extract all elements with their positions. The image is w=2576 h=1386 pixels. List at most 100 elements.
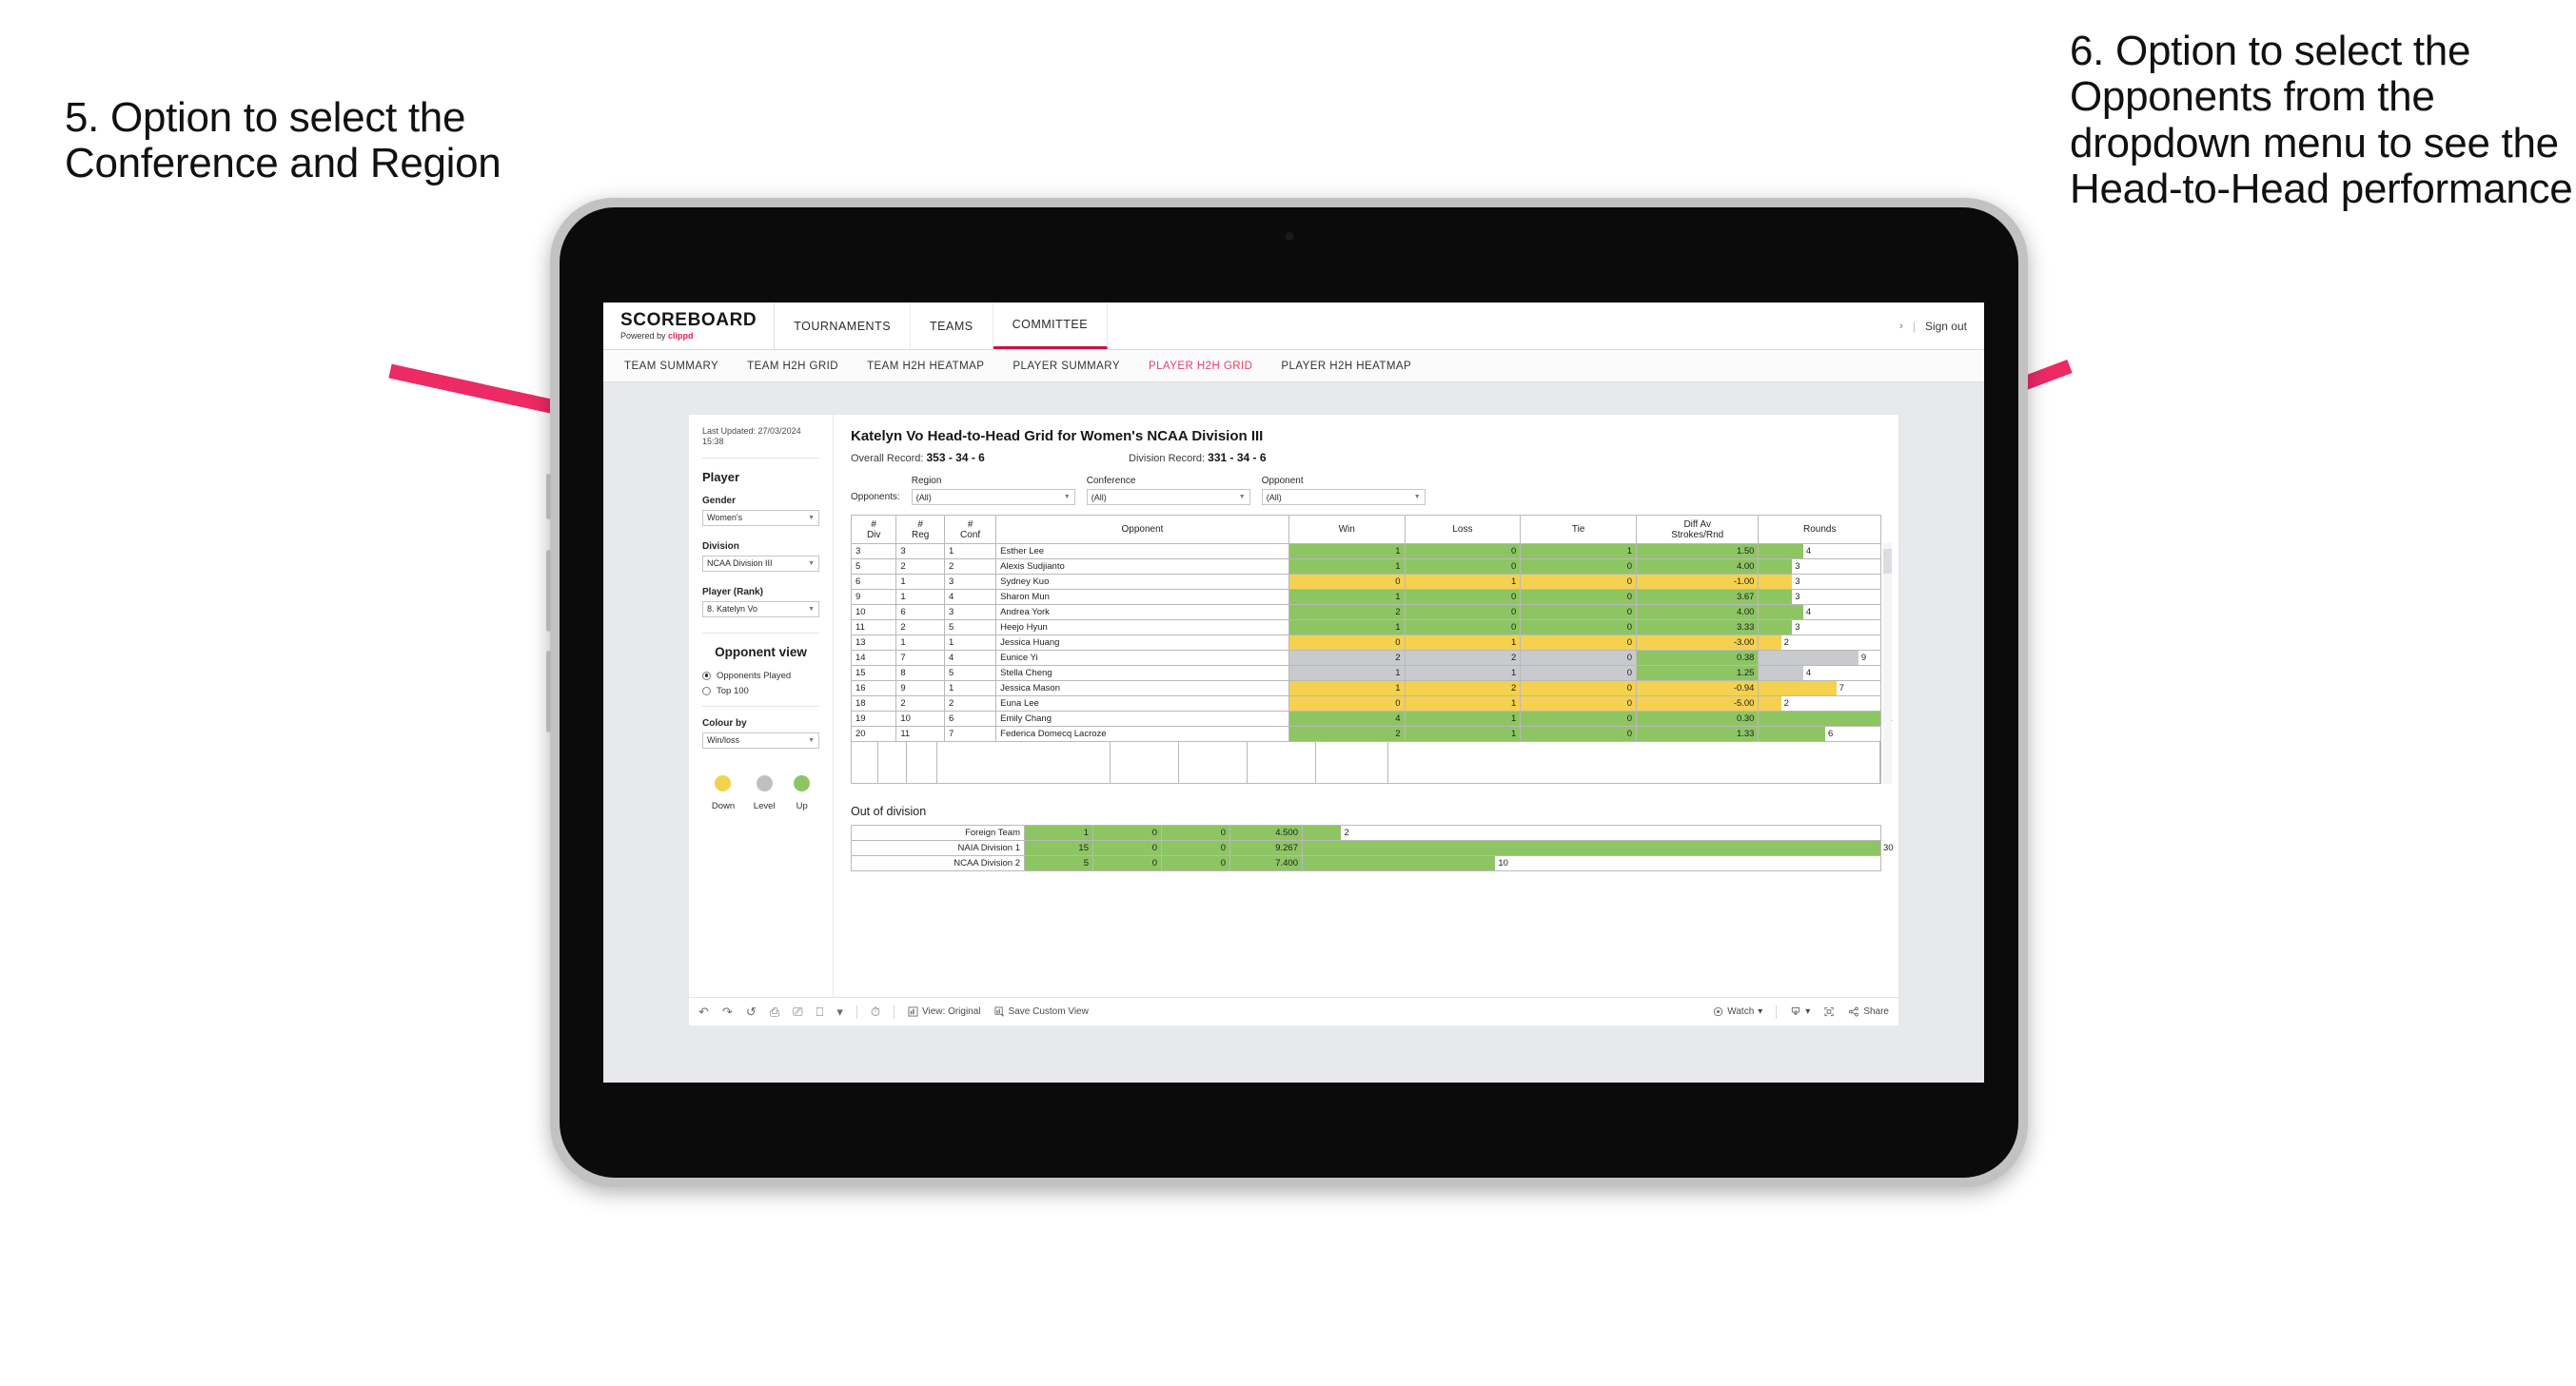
share-button[interactable]: Share: [1848, 1006, 1889, 1017]
table-row[interactable]: 3 3 1 Esther Lee 1 0 1 1.50 4: [850, 543, 1881, 559]
table-row[interactable]: 11 2 5 Heejo Hyun 1 0 0 3.33 3: [850, 619, 1881, 635]
sign-out-button[interactable]: Sign out: [1925, 320, 1967, 333]
cell-rounds: 10: [1302, 855, 1881, 871]
save-custom-view-button[interactable]: Save Custom View: [993, 1006, 1089, 1017]
cell-conf: 1: [944, 634, 997, 651]
opponent-select[interactable]: (All) ▼: [1261, 489, 1426, 505]
fullscreen-button[interactable]: [1823, 1006, 1835, 1017]
col-loss[interactable]: Loss: [1404, 515, 1522, 544]
table-row[interactable]: 6 1 3 Sydney Kuo 0 1 0 -1.00 3: [850, 574, 1881, 590]
brand-logo[interactable]: SCOREBOARD Powered by clippd: [603, 303, 776, 349]
tab-player-summary[interactable]: PLAYER SUMMARY: [1013, 361, 1120, 372]
cell-conf: 2: [944, 558, 997, 575]
last-updated-label: Last Updated: 27/03/2024 15:38: [702, 426, 801, 447]
table-row[interactable]: 9 1 4 Sharon Mun 1 0 0 3.67 3: [850, 589, 1881, 605]
table-row[interactable]: 16 9 1 Jessica Mason 1 2 0 -0.94 7: [850, 680, 1881, 696]
table-row[interactable]: 19106Emily Chang4100.3011: [850, 711, 1893, 727]
table-row[interactable]: 14 7 4 Eunice Yi 2 2 0 0.38 9: [850, 650, 1881, 666]
refresh-icon[interactable]: ⎙: [770, 1005, 779, 1018]
cell-rounds: 4: [1758, 604, 1881, 620]
table-row[interactable]: 20 11 7 Federica Domecq Lacroze 2 1 0 1.33 6: [850, 726, 1881, 742]
cell-win: 0: [1288, 634, 1406, 651]
chevron-down-icon[interactable]: ▾: [836, 1005, 843, 1018]
cell-opponent: Euna Lee: [995, 695, 1289, 712]
cell-rounds: 4: [1758, 543, 1881, 559]
watch-button[interactable]: Watch ▾: [1713, 1006, 1762, 1017]
fullscreen-icon: [1824, 1006, 1834, 1017]
radio-top-100[interactable]: Top 100: [702, 686, 819, 696]
pause-icon[interactable]: ⎚: [793, 1005, 802, 1018]
chevron-down-icon: ▾: [1805, 1006, 1811, 1017]
col-tie[interactable]: Tie: [1520, 515, 1637, 544]
col-rounds[interactable]: Rounds: [1758, 515, 1881, 544]
cell-loss: 1: [1404, 726, 1522, 742]
app-header: SCOREBOARD Powered by clippd TOURNAMENTS…: [603, 303, 1984, 350]
cell-diff: 7.400: [1229, 855, 1303, 871]
division-filter: Division NCAA Division III ▼: [702, 541, 819, 572]
col-win[interactable]: Win: [1288, 515, 1406, 544]
share-icon: [1849, 1006, 1859, 1017]
cell-loss: 0: [1404, 589, 1522, 605]
legend-dot-up: [794, 774, 811, 791]
table-row[interactable]: 5 2 2 Alexis Sudjianto 1 0 0 4.00 3: [850, 558, 1881, 575]
table-row[interactable]: NAIA Division 1 15 0 0 9.267 30: [851, 840, 1894, 856]
table-row[interactable]: NCAA Division 2 5 0 0 7.400 10: [851, 855, 1881, 871]
grid-scrollbar[interactable]: [1883, 543, 1892, 784]
gender-select[interactable]: Women's ▼: [702, 509, 819, 526]
cell-conf: 3: [944, 574, 997, 590]
cell-win: 2: [1288, 726, 1406, 742]
device-button-volume-up[interactable]: [546, 550, 551, 632]
table-row[interactable]: 10 6 3 Andrea York 2 0 0 4.00 4: [850, 604, 1881, 620]
undo-icon[interactable]: ↶: [698, 1005, 709, 1018]
division-record: Division Record: 331 - 34 - 6: [1129, 451, 1267, 464]
division-value: NCAA Division III: [707, 558, 773, 568]
cell-opponent: Heejo Hyun: [995, 619, 1289, 635]
device-button-power[interactable]: [546, 474, 551, 519]
device-button-volume-down[interactable]: [546, 651, 551, 732]
view-original-button[interactable]: View: Original: [908, 1006, 981, 1017]
cell-diff: 4.00: [1635, 604, 1760, 620]
h2h-grid-head: #Div #Reg #Conf Opponent Win Loss Tie: [850, 515, 1881, 544]
table-row[interactable]: Foreign Team 1 0 0 4.500 2: [851, 825, 1881, 841]
col-reg[interactable]: # Reg: [895, 515, 946, 544]
revert-icon[interactable]: ↺: [746, 1005, 757, 1018]
redo-icon[interactable]: ↷: [722, 1005, 733, 1018]
nav-item-teams[interactable]: TEAMS: [911, 303, 993, 349]
region-select[interactable]: (All) ▼: [911, 489, 1075, 505]
division-select[interactable]: NCAA Division III ▼: [702, 555, 819, 572]
cell-win: 5: [1024, 855, 1093, 871]
cell-loss: 2: [1404, 650, 1522, 666]
conference-select[interactable]: (All) ▼: [1086, 489, 1250, 505]
table-row[interactable]: 15 8 5 Stella Cheng 1 1 0 1.25 4: [850, 665, 1881, 681]
col-diff[interactable]: Diff Av Strokes/Rnd: [1635, 515, 1760, 544]
tab-player-h2h-heatmap[interactable]: PLAYER H2H HEATMAP: [1281, 361, 1411, 372]
tab-team-h2h-grid[interactable]: TEAM H2H GRID: [747, 361, 838, 372]
colour-by-select[interactable]: Win/loss ▼: [702, 732, 819, 749]
col-opponent[interactable]: Opponent: [995, 515, 1289, 544]
cell-tie: 0: [1520, 695, 1637, 712]
cell-diff: 9.267: [1229, 840, 1303, 856]
tab-player-h2h-grid[interactable]: PLAYER H2H GRID: [1149, 361, 1252, 372]
tab-team-h2h-heatmap[interactable]: TEAM H2H HEATMAP: [867, 361, 984, 372]
download-button[interactable]: ▾: [1790, 1006, 1810, 1017]
col-conf[interactable]: # Conf: [944, 515, 997, 544]
colour-by-label: Colour by: [702, 717, 747, 729]
chevron-right-icon[interactable]: ›: [1899, 321, 1903, 332]
secondary-nav: TEAM SUMMARY TEAM H2H GRID TEAM H2H HEAT…: [603, 350, 1984, 382]
tab-team-summary[interactable]: TEAM SUMMARY: [624, 361, 718, 372]
history-icon[interactable]: ⏱: [871, 1005, 880, 1018]
table-row[interactable]: 18 2 2 Euna Lee 0 1 0 -5.00 2: [850, 695, 1881, 712]
radio-opponents-played[interactable]: Opponents Played: [702, 671, 819, 681]
grid-scrollbar-thumb[interactable]: [1883, 549, 1892, 574]
cell-diff: -3.00: [1635, 634, 1760, 651]
nav-item-committee[interactable]: COMMITTEE: [993, 303, 1109, 349]
colour-by-value: Win/loss: [707, 735, 740, 745]
device-layout-icon[interactable]: ⎕: [816, 1005, 824, 1018]
nav-item-tournaments[interactable]: TOURNAMENTS: [775, 303, 912, 349]
player-rank-select[interactable]: 8. Katelyn Vo ▼: [702, 600, 819, 617]
col-div[interactable]: # Div: [850, 515, 897, 544]
cell-div: 3: [850, 543, 897, 559]
table-row[interactable]: 13 1 1 Jessica Huang 0 1 0 -3.00 2: [850, 634, 1881, 651]
cell-loss: 1: [1404, 634, 1522, 651]
cell-loss: 1: [1404, 695, 1522, 712]
